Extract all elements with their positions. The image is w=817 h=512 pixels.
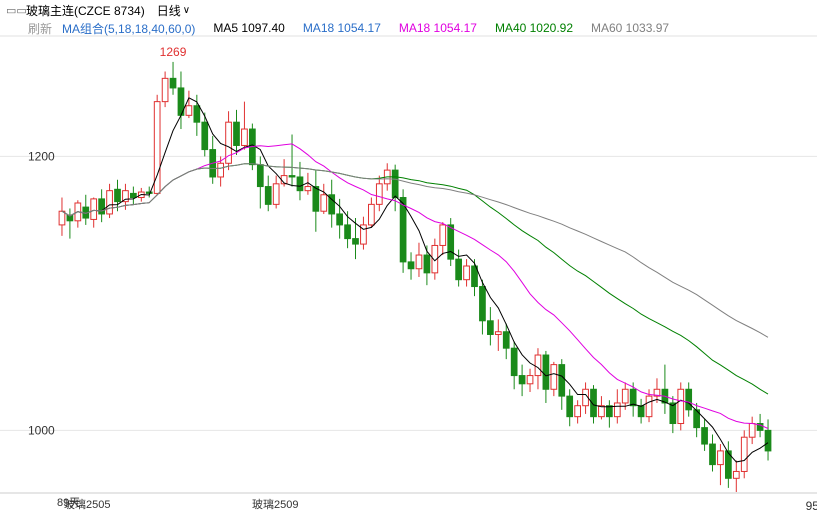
candle-body [391,169,399,199]
candle-body [201,121,209,151]
candle-body [130,192,137,199]
candle-body [217,162,224,178]
candle-body [320,194,328,212]
candle-body [748,423,756,438]
candle-body [106,190,113,215]
candle-body [344,224,351,240]
candle-body [145,191,153,194]
candle-body [185,105,193,116]
contract-label-2509: 玻璃2509 [252,499,299,511]
candle-body [550,364,558,390]
candle-body [685,388,693,411]
candle-body [574,405,581,418]
candle-body [613,402,621,418]
candle-body [709,443,716,466]
candle-body [423,254,431,274]
candle-body [304,186,312,192]
contract-label-2505: 玻璃2505 [64,499,111,511]
candle-body [526,375,534,385]
candle-body [296,176,304,192]
candle-body [169,77,177,89]
candle-body [502,331,510,349]
candle-body [98,198,105,215]
candle-body [264,186,272,205]
ma5-line [61,97,769,463]
candle-body [717,450,724,466]
candle-body [566,395,574,418]
candle-body [58,210,66,226]
candle-body [193,105,201,123]
candle-body [352,238,359,245]
candle-body [701,427,708,445]
candle-body [375,183,383,205]
candle-body [732,470,740,479]
candle-body [90,198,98,220]
candle-body [407,261,415,270]
ma60-line [61,163,769,338]
candle-body [637,405,645,418]
candle-body [542,354,550,390]
candle-body [368,203,375,226]
candle-body [336,213,343,226]
candle-body [487,320,494,335]
candle-body [510,347,518,377]
candle-body [447,224,455,260]
candle-body [534,354,542,377]
candle-body [161,77,169,103]
candle-body [256,164,264,188]
candle-body [455,258,462,281]
candle-body [415,254,423,270]
y-tick-label: 1000 [28,423,55,437]
candle-body [114,188,121,203]
candle-body [288,175,296,178]
candle-body [621,388,629,404]
candle-body [677,388,685,425]
candle-body [518,375,526,385]
candle-body [233,121,240,146]
candle-body [272,183,280,205]
price-annotation: 1269 [160,45,187,59]
candle-body [312,186,320,212]
candle-body [645,395,653,418]
candle-body [598,405,605,418]
ma18-line [61,143,769,429]
candle-body [479,286,486,322]
y-tick-label: 1200 [28,149,55,163]
candle-body [558,364,566,397]
candle-body [463,265,470,281]
candle-body [241,128,248,146]
candle-body [606,405,613,418]
candle-body [494,331,502,335]
candle-body [764,429,772,452]
candle-body [629,388,637,407]
price-annotation: 952 [806,499,817,511]
ma40-line [61,163,769,395]
candle-body [740,436,748,472]
candle-body [439,224,447,246]
candlestick-chart[interactable]: 10001200 12699521186 [0,0,817,511]
